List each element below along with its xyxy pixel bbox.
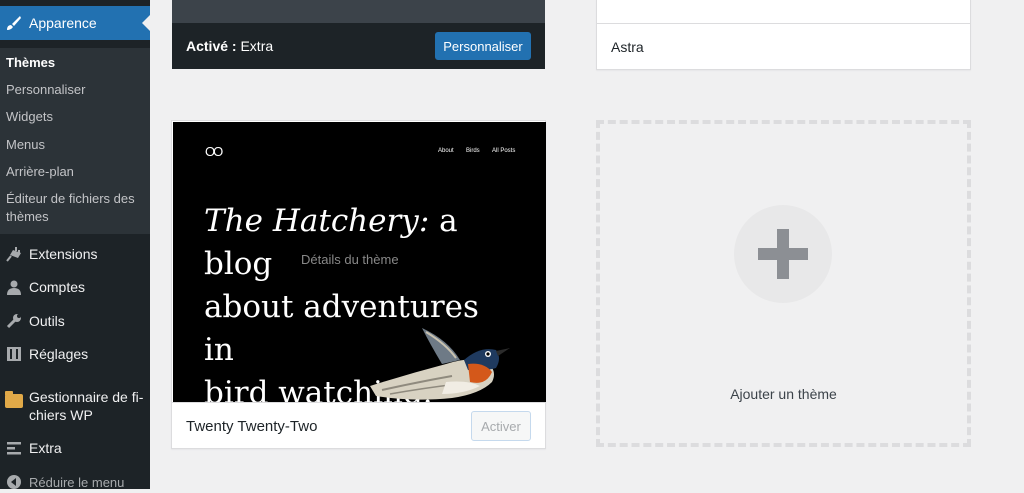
menu-extensions[interactable]: Extensions bbox=[0, 243, 150, 265]
folder-icon bbox=[5, 391, 23, 410]
wrench-icon bbox=[5, 312, 23, 330]
site-logo: OO bbox=[205, 144, 223, 159]
menu-wp-file-manager[interactable]: Gestionnaire de fi- chiers WP bbox=[0, 388, 150, 428]
menu-wp-file-manager-label: Gestionnaire de fi- chiers WP bbox=[29, 388, 143, 424]
active-theme-name: Extra bbox=[236, 38, 274, 54]
nav-birds: Birds bbox=[466, 148, 480, 154]
theme-card-twenty-twenty-two[interactable]: OO About Birds All Posts The Hatchery: a… bbox=[171, 120, 546, 449]
user-icon bbox=[5, 278, 23, 296]
extra-theme-icon bbox=[5, 439, 23, 457]
headline-italic: The Hatchery: bbox=[204, 203, 430, 239]
theme-card-astra[interactable]: Astra bbox=[596, 0, 971, 70]
swallow-illustration bbox=[370, 328, 510, 400]
menu-settings[interactable]: Réglages bbox=[0, 343, 150, 365]
theme-name-twenty-twenty-two: Twenty Twenty-Two bbox=[186, 418, 318, 435]
active-label-prefix: Activé : bbox=[186, 38, 237, 54]
customize-button[interactable]: Personnaliser bbox=[435, 32, 531, 60]
theme-name-astra: Astra bbox=[611, 39, 644, 55]
submenu-themes[interactable]: Thèmes bbox=[6, 54, 55, 72]
nav-all-posts: All Posts bbox=[492, 148, 516, 154]
menu-wp-file-manager-line2: chiers WP bbox=[29, 407, 93, 423]
collapse-arrow-icon bbox=[5, 473, 23, 491]
collapse-menu-label: Réduire le menu bbox=[29, 474, 125, 490]
theme-details-overlay[interactable]: Détails du thème bbox=[301, 252, 399, 267]
collapse-menu[interactable]: Réduire le menu bbox=[0, 471, 150, 493]
card-divider bbox=[597, 23, 970, 24]
menu-appearance-label: Apparence bbox=[29, 15, 97, 31]
submenu-widgets[interactable]: Widgets bbox=[6, 108, 53, 126]
menu-tools-label: Outils bbox=[29, 313, 65, 329]
menu-extra[interactable]: Extra bbox=[0, 437, 150, 459]
appearance-submenu: Thèmes Personnaliser Widgets Menus Arriè… bbox=[0, 48, 150, 234]
plugin-icon bbox=[5, 245, 23, 263]
menu-extra-label: Extra bbox=[29, 440, 62, 456]
activate-button[interactable]: Activer bbox=[471, 411, 531, 441]
nav-about: About bbox=[438, 148, 454, 154]
add-theme-label: Ajouter un thème bbox=[730, 386, 837, 402]
plus-icon bbox=[734, 205, 832, 303]
menu-extensions-label: Extensions bbox=[29, 246, 98, 262]
submenu-theme-file-editor-line2[interactable]: thèmes bbox=[6, 208, 49, 226]
add-new-theme-card[interactable]: Ajouter un thème bbox=[596, 120, 971, 447]
menu-accounts-label: Comptes bbox=[29, 279, 86, 295]
settings-sliders-icon bbox=[5, 345, 23, 363]
menu-accounts[interactable]: Comptes bbox=[0, 276, 150, 298]
active-theme-screenshot[interactable] bbox=[172, 0, 545, 23]
paintbrush-icon bbox=[5, 14, 23, 32]
submenu-customize[interactable]: Personnaliser bbox=[6, 81, 86, 99]
menu-appearance[interactable]: Apparence bbox=[0, 6, 150, 40]
menu-wp-file-manager-line1: Gestionnaire de fi- bbox=[29, 389, 144, 405]
admin-sidebar: Apparence Thèmes Personnaliser Widgets M… bbox=[0, 0, 150, 490]
submenu-theme-file-editor-line1[interactable]: Éditeur de fichiers des bbox=[6, 190, 135, 208]
menu-tools[interactable]: Outils bbox=[0, 310, 150, 332]
theme-screenshot[interactable]: OO About Birds All Posts The Hatchery: a… bbox=[173, 122, 546, 402]
menu-settings-label: Réglages bbox=[29, 346, 89, 362]
active-theme-label: Activé : Extra bbox=[186, 38, 273, 54]
submenu-background[interactable]: Arrière-plan bbox=[6, 163, 74, 181]
submenu-menus[interactable]: Menus bbox=[6, 136, 45, 154]
theme-card-footer: Twenty Twenty-Two Activer bbox=[172, 402, 545, 449]
